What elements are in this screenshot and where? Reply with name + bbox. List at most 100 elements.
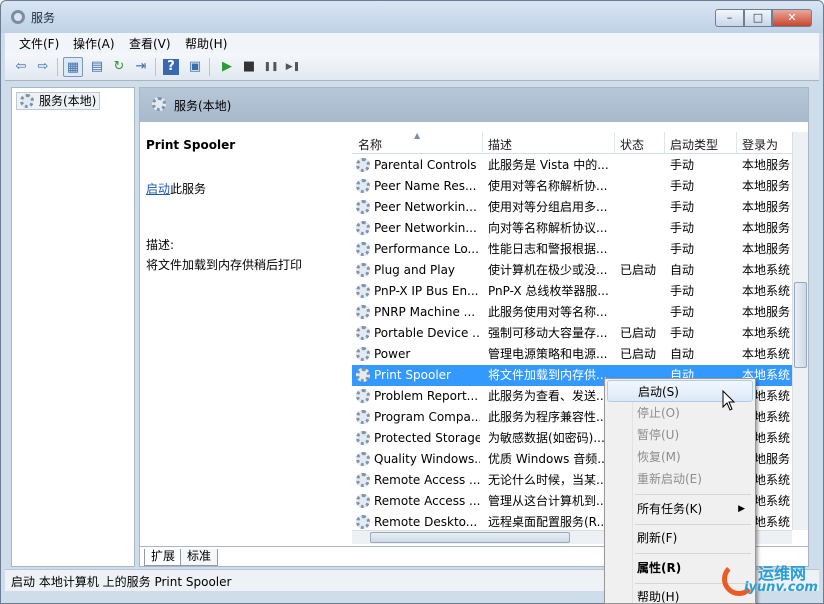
- service-description-cell: 优质 Windows 音频...: [488, 452, 609, 466]
- service-logon-cell: 本地系统: [742, 263, 791, 277]
- service-description-cell: 将文件加载到内存供...: [488, 368, 608, 382]
- service-description-cell: 管理电源策略和电源...: [488, 347, 608, 361]
- service-logon-cell: 本地系统: [742, 284, 791, 298]
- gear-icon: [356, 452, 370, 466]
- service-description-cell: 性能日志和警报根据...: [488, 242, 608, 256]
- service-status-cell: 已启动: [620, 263, 657, 277]
- start-service-icon[interactable]: ▶: [217, 57, 237, 77]
- column-separator[interactable]: [614, 132, 615, 154]
- banner-title: 服务(本地): [174, 99, 232, 113]
- gear-icon: [356, 326, 370, 340]
- sort-ascending-icon: ▲: [414, 132, 421, 140]
- table-row[interactable]: PNRP Machine ... 此服务使用对等名称... 手动 本地服务: [352, 302, 792, 323]
- ctx-restart[interactable]: 重新启动(E): [607, 468, 753, 490]
- service-name-cell: Quality Windows...: [374, 452, 480, 466]
- tree-node-services-local[interactable]: 服务(本地): [16, 92, 101, 110]
- service-description-cell: 使计算机在极少或没...: [488, 263, 608, 277]
- table-row[interactable]: Performance Lo... 性能日志和警报根据... 手动 本地服务: [352, 239, 792, 260]
- forward-arrow-icon[interactable]: ⇨: [33, 57, 53, 77]
- context-menu-separator: [635, 524, 751, 525]
- service-description-cell: 使用对等分组启用多...: [488, 200, 608, 214]
- start-service-line: 启动此服务: [146, 180, 206, 197]
- column-separator[interactable]: [482, 132, 483, 154]
- gear-icon: [356, 431, 370, 445]
- selected-service-name: Print Spooler: [146, 138, 236, 152]
- gear-icon: [356, 347, 370, 361]
- service-description-cell: 此服务为查看、发送...: [488, 389, 608, 403]
- service-startup-cell: 手动: [670, 326, 695, 340]
- menu-help[interactable]: 帮助(H): [185, 35, 227, 52]
- service-name-cell: Portable Device ...: [374, 326, 480, 340]
- column-description[interactable]: 描述: [488, 136, 512, 153]
- column-startup-type[interactable]: 启动类型: [670, 136, 718, 153]
- vertical-scroll-thumb[interactable]: [794, 282, 807, 368]
- service-description-cell: PnP-X 总线枚举器服...: [488, 284, 609, 298]
- gear-icon: [356, 473, 370, 487]
- service-description-cell: 管理从这台计算机到...: [488, 494, 608, 508]
- column-separator[interactable]: [736, 132, 737, 154]
- service-description-cell: 此服务为程序兼容性...: [488, 410, 608, 424]
- tab-extended[interactable]: 扩展: [144, 549, 183, 566]
- properties-icon[interactable]: ▤: [87, 57, 107, 77]
- gear-icon: [356, 158, 370, 172]
- column-name[interactable]: 名称: [358, 136, 382, 153]
- vertical-scrollbar[interactable]: [792, 132, 808, 530]
- gear-icon: [20, 94, 34, 108]
- ctx-pause[interactable]: 暂停(U): [607, 424, 753, 446]
- service-startup-cell: 手动: [670, 242, 695, 256]
- gear-icon: [356, 284, 370, 298]
- gear-icon: [356, 515, 370, 529]
- menu-file[interactable]: 文件(F): [19, 35, 59, 52]
- view-icon[interactable]: ▣: [185, 57, 205, 77]
- table-row[interactable]: Parental Controls 此服务是 Vista 中的... 手动 本地服务: [352, 155, 792, 176]
- service-description-cell: 为敏感数据(如密码)...: [488, 431, 605, 445]
- maximize-button[interactable]: □: [744, 9, 772, 27]
- pause-service-icon[interactable]: ❚❚: [261, 57, 281, 77]
- refresh-icon[interactable]: ↻: [109, 57, 129, 77]
- list-header: ▲ 名称 描述 状态 启动类型 登录为: [352, 132, 792, 154]
- console-tree-icon[interactable]: ▦: [63, 57, 83, 77]
- start-service-link[interactable]: 启动: [146, 182, 170, 196]
- title-bar[interactable]: 服务 – □ ✕: [1, 1, 823, 33]
- service-startup-cell: 手动: [670, 200, 695, 214]
- stop-service-icon[interactable]: ■: [239, 57, 259, 77]
- menu-view[interactable]: 查看(V): [129, 35, 171, 52]
- menu-action[interactable]: 操作(A): [73, 35, 115, 52]
- service-name-cell: Peer Networkin...: [374, 221, 477, 235]
- service-startup-cell: 手动: [670, 158, 695, 172]
- close-button[interactable]: ✕: [772, 9, 812, 27]
- watermark-en: iyunv.com: [744, 580, 818, 595]
- service-logon-cell: 本地系统: [742, 326, 791, 340]
- ctx-refresh[interactable]: 刷新(F): [607, 527, 753, 549]
- help-icon[interactable]: ?: [163, 59, 179, 75]
- table-row[interactable]: Portable Device ... 强制可移动大容量存... 已启动 手动 本地系统: [352, 323, 792, 344]
- table-row[interactable]: Peer Name Res... 使用对等名称解析协... 手动 本地服务: [352, 176, 792, 197]
- table-row[interactable]: Peer Networkin... 使用对等分组启用多... 手动 本地服务: [352, 197, 792, 218]
- horizontal-scroll-thumb[interactable]: [370, 532, 570, 543]
- table-row[interactable]: Plug and Play 使计算机在极少或没... 已启动 自动 本地系统: [352, 260, 792, 281]
- column-status[interactable]: 状态: [620, 136, 644, 153]
- context-menu-separator: [635, 494, 751, 495]
- export-list-icon[interactable]: ⇥: [131, 57, 151, 77]
- description-text: 将文件加载到内存供稍后打印: [146, 258, 303, 272]
- ctx-resume[interactable]: 恢复(M): [607, 446, 753, 468]
- service-name-cell: PnP-X IP Bus En...: [374, 284, 479, 298]
- gear-icon: [356, 389, 370, 403]
- toolbar-separator: [57, 58, 58, 76]
- mouse-pointer-icon: [722, 390, 736, 411]
- service-name-cell: Program Compa...: [374, 410, 480, 424]
- tab-standard[interactable]: 标准: [180, 549, 219, 566]
- service-logon-cell: 本地服务: [742, 242, 791, 256]
- minimize-button[interactable]: –: [715, 9, 744, 27]
- ctx-all-tasks[interactable]: 所有任务(K) ▶: [607, 498, 753, 520]
- column-separator[interactable]: [664, 132, 665, 154]
- table-row[interactable]: PnP-X IP Bus En... PnP-X 总线枚举器服... 手动 本地系统: [352, 281, 792, 302]
- service-name-cell: Power: [374, 347, 411, 361]
- table-row[interactable]: Peer Networkin... 向对等名称解析协议... 手动 本地服务: [352, 218, 792, 239]
- back-arrow-icon[interactable]: ⇦: [11, 57, 31, 77]
- restart-service-icon[interactable]: ▶❚: [283, 57, 303, 77]
- table-row[interactable]: Power 管理电源策略和电源... 已启动 自动 本地系统: [352, 344, 792, 365]
- toolbar: ⇦ ⇨ ▦ ▤ ↻ ⇥ ? ▣ ▶ ■ ❚❚ ▶❚: [5, 53, 819, 81]
- window-title: 服务: [31, 11, 56, 25]
- column-logon-as[interactable]: 登录为: [742, 136, 778, 153]
